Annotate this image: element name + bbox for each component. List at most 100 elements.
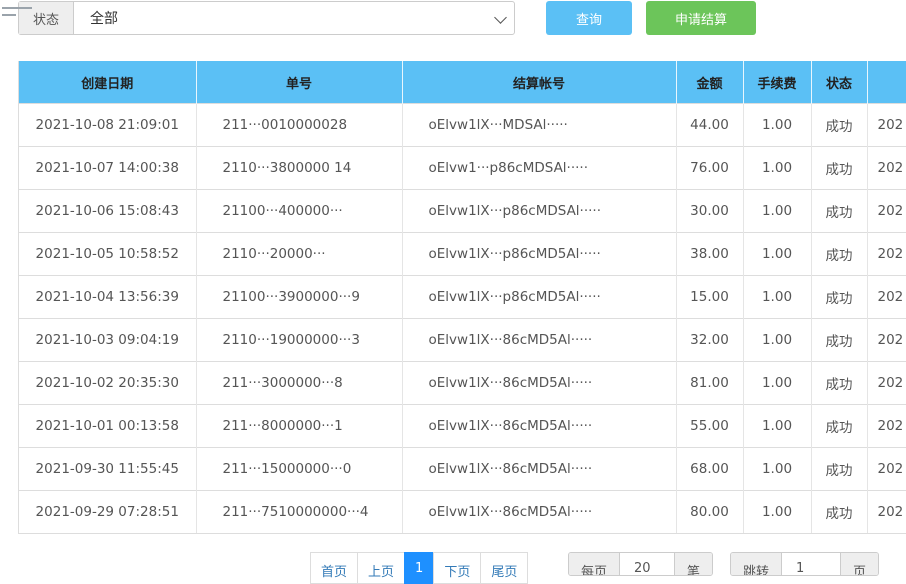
col-header-amount: 金额 (676, 61, 744, 104)
table-row: 2021-10-01 00:13:58 211···8000000···1 oElv… (19, 404, 906, 448)
cell-amount: 38.00 (676, 232, 744, 276)
cell-amount: 55.00 (676, 404, 744, 448)
cell-fee: 1.00 (743, 146, 812, 190)
cell-order: 2110···3800000 14 (196, 146, 403, 190)
status-select[interactable]: 全部 (74, 2, 514, 34)
cell-order: 211···8000000···1 (196, 404, 403, 448)
cell-date: 2021-10-07 14:00:38 (19, 146, 197, 190)
cell-account: oElvw1lX···p86cMD5Al····· (402, 275, 677, 319)
cell-status: 成功 (811, 189, 868, 233)
cell-extra: 202 (867, 189, 906, 233)
cell-order: 211···3000000···8 (196, 361, 403, 405)
pagination: 首页 上页 1 下页 尾页 (310, 552, 529, 584)
cell-date: 2021-10-06 15:08:43 (19, 189, 197, 233)
next-page-button[interactable]: 下页 (433, 552, 482, 584)
col-header-fee: 手续费 (743, 61, 812, 104)
menu-toggle-icon[interactable] (0, 0, 36, 24)
table-row: 2021-10-08 21:09:01 211···0010000028 oElvw… (19, 103, 906, 147)
cell-account: oElvw1lX···86cMD5Al····· (402, 447, 677, 491)
cell-status: 成功 (811, 103, 868, 147)
settlement-table: 创建日期 单号 结算帐号 金额 手续费 状态 2021-10-08 21:09:… (18, 61, 906, 534)
cell-amount: 76.00 (676, 146, 744, 190)
cell-fee: 1.00 (743, 490, 812, 533)
col-header-status: 状态 (811, 61, 868, 104)
prev-page-button[interactable]: 上页 (357, 552, 406, 584)
cell-account: oElvw1lX···MDSAl····· (402, 103, 677, 147)
col-header-extra (867, 61, 906, 104)
per-page-group: 每页 20 笔 (568, 552, 714, 576)
cell-date: 2021-10-08 21:09:01 (19, 103, 197, 147)
cell-account: oElvw1···p86cMDSAl····· (402, 146, 677, 190)
cell-amount: 44.00 (676, 103, 744, 147)
cell-account: oElvw1lX···p86cMD5Al····· (402, 232, 677, 276)
cell-status: 成功 (811, 275, 868, 319)
col-header-account: 结算帐号 (402, 61, 677, 104)
cell-status: 成功 (811, 361, 868, 405)
cell-account: oElvw1lX···86cMD5Al····· (402, 490, 677, 533)
cell-status: 成功 (811, 232, 868, 276)
table-row: 2021-09-29 07:28:51 211···7510000000···4 o… (19, 490, 906, 533)
cell-extra: 202 (867, 404, 906, 448)
table-row: 2021-10-02 20:35:30 211···3000000···8 oElv… (19, 361, 906, 405)
cell-fee: 1.00 (743, 189, 812, 233)
table-row: 2021-10-07 14:00:38 2110···3800000 14 oElv… (19, 146, 906, 190)
cell-fee: 1.00 (743, 361, 812, 405)
table-row: 2021-10-05 10:58:52 2110···20000··· oElvw1… (19, 232, 906, 276)
cell-date: 2021-09-29 07:28:51 (19, 490, 197, 533)
table-row: 2021-10-04 13:56:39 21100···3900000···9 oE… (19, 275, 906, 319)
cell-fee: 1.00 (743, 232, 812, 276)
query-button[interactable]: 查询 (546, 1, 632, 35)
table-row: 2021-09-30 11:55:45 211···15000000···0 oEl… (19, 447, 906, 491)
cell-fee: 1.00 (743, 447, 812, 491)
cell-order: 211···15000000···0 (196, 447, 403, 491)
cell-fee: 1.00 (743, 103, 812, 147)
cell-status: 成功 (811, 447, 868, 491)
table-row: 2021-10-03 09:04:19 2110···19000000···3 oE… (19, 318, 906, 362)
current-page-button[interactable]: 1 (404, 552, 435, 584)
first-page-button[interactable]: 首页 (310, 552, 359, 584)
last-page-button[interactable]: 尾页 (480, 552, 529, 584)
cell-account: oElvw1lX···86cMD5Al····· (402, 404, 677, 448)
cell-extra: 202 (867, 232, 906, 276)
table-row: 2021-10-06 15:08:43 21100···400000··· oElv… (19, 189, 906, 233)
cell-status: 成功 (811, 318, 868, 362)
cell-amount: 15.00 (676, 275, 744, 319)
col-header-date: 创建日期 (19, 61, 197, 104)
cell-status: 成功 (811, 404, 868, 448)
status-select-value: 全部 (90, 11, 118, 27)
chevron-down-icon (494, 11, 507, 24)
table-header-row: 创建日期 单号 结算帐号 金额 手续费 状态 (19, 61, 906, 104)
cell-date: 2021-09-30 11:55:45 (19, 447, 197, 491)
jump-group: 跳转 1 页 (730, 552, 880, 576)
cell-date: 2021-10-02 20:35:30 (19, 361, 197, 405)
cell-amount: 32.00 (676, 318, 744, 362)
cell-fee: 1.00 (743, 404, 812, 448)
col-header-order: 单号 (196, 61, 403, 104)
cell-account: oElvw1lX···86cMD5Al····· (402, 361, 677, 405)
cell-date: 2021-10-03 09:04:19 (19, 318, 197, 362)
cell-extra: 202 (867, 103, 906, 147)
cell-order: 2110···19000000···3 (196, 318, 403, 362)
cell-amount: 81.00 (676, 361, 744, 405)
cell-order: 211···0010000028 (196, 103, 403, 147)
cell-order: 21100···3900000···9 (196, 275, 403, 319)
cell-date: 2021-10-05 10:58:52 (19, 232, 197, 276)
cell-order: 211···7510000000···4 (196, 490, 403, 533)
cell-extra: 202 (867, 361, 906, 405)
cell-amount: 68.00 (676, 447, 744, 491)
cell-extra: 202 (867, 275, 906, 319)
cell-extra: 202 (867, 490, 906, 533)
cell-fee: 1.00 (743, 318, 812, 362)
cell-date: 2021-10-04 13:56:39 (19, 275, 197, 319)
apply-settlement-button[interactable]: 申请结算 (646, 1, 756, 35)
cell-extra: 202 (867, 318, 906, 362)
cell-extra: 202 (867, 447, 906, 491)
cell-account: oElvw1lX···p86cMDSAl····· (402, 189, 677, 233)
cell-fee: 1.00 (743, 275, 812, 319)
cell-account: oElvw1lX···86cMD5Al····· (402, 318, 677, 362)
cell-order: 21100···400000··· (196, 189, 403, 233)
cell-status: 成功 (811, 490, 868, 533)
status-filter[interactable]: 状态 全部 (18, 1, 515, 35)
cell-status: 成功 (811, 146, 868, 190)
cell-amount: 80.00 (676, 490, 744, 533)
